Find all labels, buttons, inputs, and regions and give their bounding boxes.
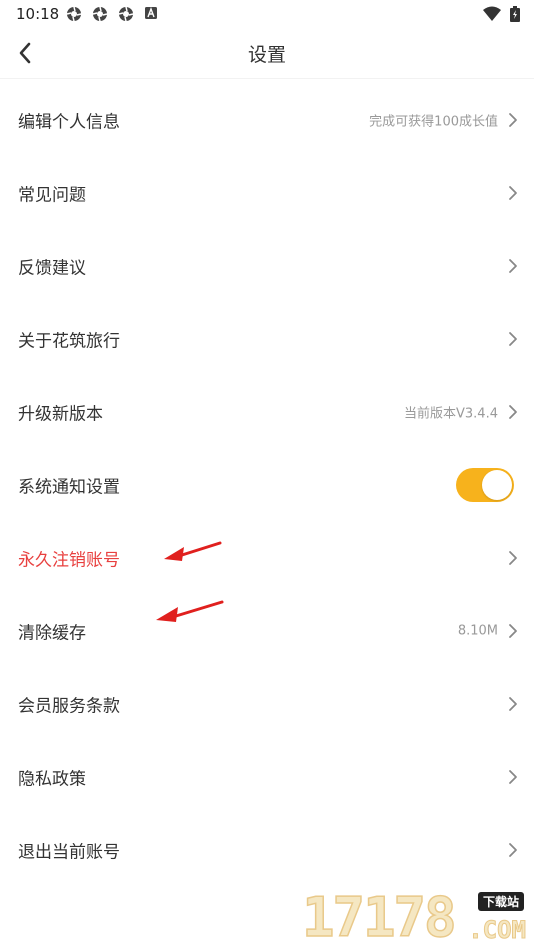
chevron-right-icon <box>509 185 517 200</box>
toggle-knob <box>482 469 512 500</box>
chevron-right-icon <box>509 331 517 346</box>
settings-row-label: 会员服务条款 <box>18 696 120 716</box>
watermark-digits: 17178 <box>301 886 457 949</box>
settings-row-privacy[interactable]: 隐私政策 <box>0 740 534 813</box>
status-system-icons <box>479 6 520 25</box>
settings-row-notifications: 系统通知设置 <box>0 448 534 521</box>
settings-row-label: 永久注销账号 <box>18 550 120 570</box>
chevron-right-icon <box>509 112 517 127</box>
settings-row-value: 当前版本V3.4.4 <box>404 406 498 421</box>
settings-row-upgrade[interactable]: 升级新版本 当前版本V3.4.4 <box>0 375 534 448</box>
settings-row-label: 编辑个人信息 <box>18 112 120 132</box>
settings-row-label: 反馈建议 <box>18 258 86 278</box>
settings-row-faq[interactable]: 常见问题 <box>0 156 534 229</box>
gear-icon <box>66 6 82 22</box>
page-title: 设置 <box>247 44 286 66</box>
chevron-right-icon <box>509 623 517 638</box>
settings-list: 编辑个人信息 完成可获得100成长值 常见问题 反馈建议 关于花筑旅行 升级新版… <box>0 83 534 886</box>
notification-toggle[interactable] <box>456 467 514 502</box>
chevron-right-icon <box>509 550 517 565</box>
a-badge-icon <box>145 7 158 19</box>
watermark-domain: .COM <box>468 916 527 945</box>
settings-row-label: 关于花筑旅行 <box>18 331 120 351</box>
chevron-right-icon <box>509 842 517 857</box>
settings-row-label: 隐私政策 <box>18 769 86 789</box>
chevron-right-icon <box>509 769 517 784</box>
chevron-right-icon <box>509 258 517 273</box>
battery-icon <box>510 6 520 22</box>
watermark-badge: 下载站 <box>477 892 524 911</box>
chevron-right-icon <box>509 404 517 419</box>
settings-row-clear-cache[interactable]: 清除缓存 8.10M <box>0 594 534 667</box>
nav-bar: 设置 <box>0 28 534 79</box>
settings-row-label: 常见问题 <box>18 185 86 205</box>
settings-row-value: 8.10M <box>457 623 498 638</box>
settings-row-feedback[interactable]: 反馈建议 <box>0 229 534 302</box>
settings-row-about[interactable]: 关于花筑旅行 <box>0 302 534 375</box>
gear-icon <box>92 6 108 22</box>
watermark-logo: 17178 下载站 .COM <box>301 886 528 949</box>
settings-row-edit-profile[interactable]: 编辑个人信息 完成可获得100成长值 <box>0 83 534 156</box>
settings-row-label: 清除缓存 <box>18 623 86 643</box>
settings-row-label: 升级新版本 <box>18 404 103 424</box>
settings-row-label: 退出当前账号 <box>18 842 120 862</box>
wifi-icon <box>482 6 501 21</box>
settings-row-delete-account[interactable]: 永久注销账号 <box>0 521 534 594</box>
chevron-right-icon <box>509 696 517 711</box>
status-time: 10:18 <box>16 5 60 23</box>
status-notification-icons <box>66 6 163 22</box>
settings-row-logout[interactable]: 退出当前账号 <box>0 813 534 886</box>
settings-row-value: 完成可获得100成长值 <box>369 114 498 129</box>
settings-row-label: 系统通知设置 <box>18 477 120 497</box>
status-bar: 10:18 <box>0 0 534 28</box>
settings-row-membership-terms[interactable]: 会员服务条款 <box>0 667 534 740</box>
gear-icon <box>119 6 134 22</box>
